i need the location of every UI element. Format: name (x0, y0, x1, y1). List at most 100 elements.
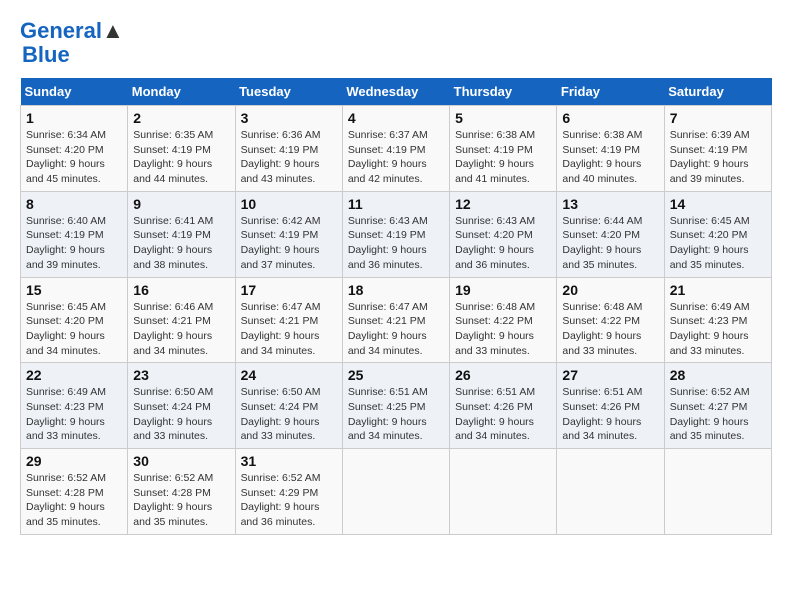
calendar-cell: 5 Sunrise: 6:38 AMSunset: 4:19 PMDayligh… (450, 106, 557, 192)
calendar-week-row: 8 Sunrise: 6:40 AMSunset: 4:19 PMDayligh… (21, 191, 772, 277)
day-info: Sunrise: 6:48 AMSunset: 4:22 PMDaylight:… (455, 300, 551, 359)
day-number: 29 (26, 453, 122, 469)
calendar-cell: 19 Sunrise: 6:48 AMSunset: 4:22 PMDaylig… (450, 277, 557, 363)
day-number: 15 (26, 282, 122, 298)
day-number: 21 (670, 282, 766, 298)
day-number: 20 (562, 282, 658, 298)
weekday-header: Thursday (450, 78, 557, 106)
calendar-cell: 6 Sunrise: 6:38 AMSunset: 4:19 PMDayligh… (557, 106, 664, 192)
calendar-cell: 26 Sunrise: 6:51 AMSunset: 4:26 PMDaylig… (450, 363, 557, 449)
calendar-cell: 1 Sunrise: 6:34 AMSunset: 4:20 PMDayligh… (21, 106, 128, 192)
weekday-header: Saturday (664, 78, 771, 106)
day-info: Sunrise: 6:41 AMSunset: 4:19 PMDaylight:… (133, 214, 229, 273)
day-info: Sunrise: 6:51 AMSunset: 4:26 PMDaylight:… (455, 385, 551, 444)
day-number: 16 (133, 282, 229, 298)
calendar-cell: 28 Sunrise: 6:52 AMSunset: 4:27 PMDaylig… (664, 363, 771, 449)
day-info: Sunrise: 6:50 AMSunset: 4:24 PMDaylight:… (241, 385, 337, 444)
day-number: 22 (26, 367, 122, 383)
calendar-cell: 27 Sunrise: 6:51 AMSunset: 4:26 PMDaylig… (557, 363, 664, 449)
day-number: 19 (455, 282, 551, 298)
day-info: Sunrise: 6:43 AMSunset: 4:19 PMDaylight:… (348, 214, 444, 273)
day-number: 10 (241, 196, 337, 212)
weekday-header: Wednesday (342, 78, 449, 106)
calendar-cell: 13 Sunrise: 6:44 AMSunset: 4:20 PMDaylig… (557, 191, 664, 277)
day-number: 12 (455, 196, 551, 212)
day-number: 8 (26, 196, 122, 212)
calendar-cell (664, 449, 771, 535)
day-info: Sunrise: 6:40 AMSunset: 4:19 PMDaylight:… (26, 214, 122, 273)
day-info: Sunrise: 6:52 AMSunset: 4:29 PMDaylight:… (241, 471, 337, 530)
calendar-table: SundayMondayTuesdayWednesdayThursdayFrid… (20, 78, 772, 535)
day-number: 25 (348, 367, 444, 383)
day-number: 7 (670, 110, 766, 126)
calendar-week-row: 15 Sunrise: 6:45 AMSunset: 4:20 PMDaylig… (21, 277, 772, 363)
day-info: Sunrise: 6:49 AMSunset: 4:23 PMDaylight:… (670, 300, 766, 359)
calendar-cell: 3 Sunrise: 6:36 AMSunset: 4:19 PMDayligh… (235, 106, 342, 192)
calendar-cell (557, 449, 664, 535)
calendar-cell: 4 Sunrise: 6:37 AMSunset: 4:19 PMDayligh… (342, 106, 449, 192)
day-number: 13 (562, 196, 658, 212)
day-number: 31 (241, 453, 337, 469)
calendar-cell: 21 Sunrise: 6:49 AMSunset: 4:23 PMDaylig… (664, 277, 771, 363)
day-info: Sunrise: 6:45 AMSunset: 4:20 PMDaylight:… (670, 214, 766, 273)
day-info: Sunrise: 6:47 AMSunset: 4:21 PMDaylight:… (241, 300, 337, 359)
calendar-cell: 18 Sunrise: 6:47 AMSunset: 4:21 PMDaylig… (342, 277, 449, 363)
day-info: Sunrise: 6:44 AMSunset: 4:20 PMDaylight:… (562, 214, 658, 273)
calendar-cell: 24 Sunrise: 6:50 AMSunset: 4:24 PMDaylig… (235, 363, 342, 449)
day-info: Sunrise: 6:39 AMSunset: 4:19 PMDaylight:… (670, 128, 766, 187)
day-number: 6 (562, 110, 658, 126)
day-number: 5 (455, 110, 551, 126)
day-info: Sunrise: 6:36 AMSunset: 4:19 PMDaylight:… (241, 128, 337, 187)
day-number: 24 (241, 367, 337, 383)
calendar-cell: 14 Sunrise: 6:45 AMSunset: 4:20 PMDaylig… (664, 191, 771, 277)
day-info: Sunrise: 6:51 AMSunset: 4:25 PMDaylight:… (348, 385, 444, 444)
day-info: Sunrise: 6:43 AMSunset: 4:20 PMDaylight:… (455, 214, 551, 273)
day-info: Sunrise: 6:50 AMSunset: 4:24 PMDaylight:… (133, 385, 229, 444)
calendar-cell: 8 Sunrise: 6:40 AMSunset: 4:19 PMDayligh… (21, 191, 128, 277)
logo-blue: Blue (22, 42, 70, 67)
weekday-header: Friday (557, 78, 664, 106)
logo-text: General▲ (20, 20, 124, 42)
day-info: Sunrise: 6:52 AMSunset: 4:27 PMDaylight:… (670, 385, 766, 444)
day-info: Sunrise: 6:51 AMSunset: 4:26 PMDaylight:… (562, 385, 658, 444)
day-info: Sunrise: 6:37 AMSunset: 4:19 PMDaylight:… (348, 128, 444, 187)
calendar-cell: 11 Sunrise: 6:43 AMSunset: 4:19 PMDaylig… (342, 191, 449, 277)
calendar-cell: 7 Sunrise: 6:39 AMSunset: 4:19 PMDayligh… (664, 106, 771, 192)
calendar-header-row: SundayMondayTuesdayWednesdayThursdayFrid… (21, 78, 772, 106)
calendar-week-row: 29 Sunrise: 6:52 AMSunset: 4:28 PMDaylig… (21, 449, 772, 535)
calendar-cell: 17 Sunrise: 6:47 AMSunset: 4:21 PMDaylig… (235, 277, 342, 363)
calendar-cell: 20 Sunrise: 6:48 AMSunset: 4:22 PMDaylig… (557, 277, 664, 363)
calendar-cell: 9 Sunrise: 6:41 AMSunset: 4:19 PMDayligh… (128, 191, 235, 277)
day-number: 9 (133, 196, 229, 212)
day-info: Sunrise: 6:52 AMSunset: 4:28 PMDaylight:… (26, 471, 122, 530)
day-info: Sunrise: 6:38 AMSunset: 4:19 PMDaylight:… (562, 128, 658, 187)
calendar-body: 1 Sunrise: 6:34 AMSunset: 4:20 PMDayligh… (21, 106, 772, 535)
calendar-cell: 2 Sunrise: 6:35 AMSunset: 4:19 PMDayligh… (128, 106, 235, 192)
calendar-cell: 10 Sunrise: 6:42 AMSunset: 4:19 PMDaylig… (235, 191, 342, 277)
day-info: Sunrise: 6:38 AMSunset: 4:19 PMDaylight:… (455, 128, 551, 187)
page-header: General▲ Blue (20, 20, 772, 68)
calendar-week-row: 1 Sunrise: 6:34 AMSunset: 4:20 PMDayligh… (21, 106, 772, 192)
calendar-cell (450, 449, 557, 535)
logo: General▲ Blue (20, 20, 124, 68)
calendar-cell: 29 Sunrise: 6:52 AMSunset: 4:28 PMDaylig… (21, 449, 128, 535)
calendar-cell: 30 Sunrise: 6:52 AMSunset: 4:28 PMDaylig… (128, 449, 235, 535)
day-info: Sunrise: 6:49 AMSunset: 4:23 PMDaylight:… (26, 385, 122, 444)
day-info: Sunrise: 6:45 AMSunset: 4:20 PMDaylight:… (26, 300, 122, 359)
calendar-week-row: 22 Sunrise: 6:49 AMSunset: 4:23 PMDaylig… (21, 363, 772, 449)
day-number: 3 (241, 110, 337, 126)
day-number: 27 (562, 367, 658, 383)
day-number: 28 (670, 367, 766, 383)
day-info: Sunrise: 6:52 AMSunset: 4:28 PMDaylight:… (133, 471, 229, 530)
day-number: 14 (670, 196, 766, 212)
calendar-cell: 16 Sunrise: 6:46 AMSunset: 4:21 PMDaylig… (128, 277, 235, 363)
day-number: 2 (133, 110, 229, 126)
day-info: Sunrise: 6:48 AMSunset: 4:22 PMDaylight:… (562, 300, 658, 359)
day-number: 26 (455, 367, 551, 383)
day-info: Sunrise: 6:34 AMSunset: 4:20 PMDaylight:… (26, 128, 122, 187)
day-number: 30 (133, 453, 229, 469)
weekday-header: Sunday (21, 78, 128, 106)
day-number: 17 (241, 282, 337, 298)
calendar-cell: 23 Sunrise: 6:50 AMSunset: 4:24 PMDaylig… (128, 363, 235, 449)
day-number: 11 (348, 196, 444, 212)
